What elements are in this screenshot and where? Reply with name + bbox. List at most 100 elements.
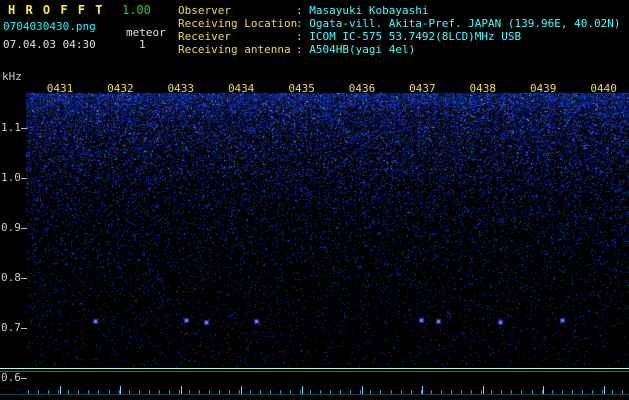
tick-10s	[189, 390, 191, 394]
band-separator-top	[0, 368, 629, 369]
mode-label: meteor	[126, 26, 166, 39]
tick-10s	[531, 390, 533, 394]
freq-tick	[21, 228, 27, 229]
tick-10s	[128, 390, 130, 394]
time-label-0431: 0431	[46, 82, 74, 95]
freq-label-1.1: 1.1	[1, 121, 21, 134]
time-label-0433: 0433	[167, 82, 195, 95]
tick-10s	[622, 390, 624, 394]
tick-minute	[241, 386, 243, 394]
tick-10s	[138, 390, 140, 394]
tick-10s	[461, 390, 462, 394]
tick-10s	[561, 390, 563, 394]
tick-10s	[68, 390, 70, 394]
time-label-0439: 0439	[529, 82, 557, 95]
spectrogram-canvas	[0, 0, 629, 400]
tick-10s	[410, 390, 412, 394]
tick-10s	[380, 390, 382, 394]
tick-10s	[108, 390, 110, 394]
tick-10s	[350, 390, 352, 394]
info-panel: Observer: Masayuki Kobayashi Receiving Lo…	[178, 4, 621, 56]
info-label: Receiving antenna	[178, 43, 291, 56]
band-separator-bottom	[0, 371, 629, 372]
tick-10s	[38, 390, 40, 394]
output-filename: 0704030430.png	[3, 20, 96, 33]
info-row-0: Observer: Masayuki Kobayashi	[178, 4, 621, 17]
tick-10s	[581, 390, 583, 394]
info-row-2: Receiver : ICOM IC-575 53.7492(8LCD)MHz U…	[178, 30, 621, 43]
tick-10s	[450, 390, 452, 394]
time-label-0440: 0440	[590, 82, 617, 95]
tick-minute	[362, 386, 363, 394]
tick-10s	[48, 390, 50, 394]
app-version: 1.00	[122, 3, 151, 17]
tick-10s	[400, 390, 402, 394]
tick-10s	[390, 390, 392, 394]
tick-10s	[551, 390, 553, 394]
tick-minute	[603, 386, 605, 394]
tick-10s	[148, 390, 150, 394]
tick-10s	[521, 390, 523, 394]
meteor-count: 1	[139, 38, 146, 51]
tick-minute	[482, 386, 484, 394]
tick-minute	[422, 386, 424, 394]
tick-10s	[219, 390, 221, 394]
tick-10s	[249, 390, 251, 394]
hrofft-window: H R O F F T 1.00 0704030430.png meteor 1…	[0, 0, 629, 400]
freq-tick	[21, 278, 27, 279]
tick-10s	[612, 390, 614, 394]
freq-label-0.9: 0.9	[1, 221, 21, 234]
tick-10s	[199, 390, 201, 394]
tick-10s	[229, 390, 231, 394]
tick-10s	[269, 390, 271, 394]
tick-10s	[209, 390, 211, 394]
info-value: : A504HB(yagi 4el)	[296, 43, 416, 56]
info-value: : Ogata-vill. Akita-Pref. JAPAN (139.96E…	[296, 17, 621, 30]
tick-minute	[301, 386, 303, 394]
time-label-0437: 0437	[409, 82, 436, 95]
tick-10s	[168, 390, 170, 394]
tick-10s	[158, 390, 160, 394]
time-label-0436: 0436	[348, 82, 376, 95]
tick-10s	[501, 390, 503, 394]
time-label-0432: 0432	[107, 82, 134, 95]
time-label-0438: 0438	[469, 82, 497, 95]
freq-label-0.8: 0.8	[1, 271, 21, 284]
info-label: Receiver	[178, 30, 231, 43]
tick-10s	[491, 390, 493, 394]
tick-10s	[88, 390, 90, 394]
info-value: : Masayuki Kobayashi	[296, 4, 429, 17]
session-datetime: 07.04.03 04:30	[3, 38, 96, 51]
freq-label-0.7: 0.7	[1, 321, 21, 334]
tick-10s	[340, 390, 342, 394]
time-label-0434: 0434	[227, 82, 255, 95]
info-value: : ICOM IC-575 53.7492(8LCD)MHz USB	[296, 30, 522, 43]
freq-tick	[21, 328, 27, 329]
time-axis-baseline	[0, 394, 629, 395]
app-title: H R O F F T	[8, 3, 104, 17]
tick-10s	[309, 390, 311, 394]
freq-unit-label: kHz	[2, 70, 22, 83]
tick-10s	[259, 390, 261, 394]
freq-label-0.6: 0.6	[1, 371, 21, 384]
tick-10s	[430, 390, 432, 394]
tick-10s	[320, 390, 322, 394]
tick-minute	[180, 386, 182, 394]
tick-10s	[289, 390, 291, 394]
tick-10s	[571, 390, 573, 394]
tick-minute	[543, 386, 545, 394]
freq-tick	[21, 178, 27, 179]
tick-10s	[28, 390, 29, 394]
tick-10s	[98, 390, 100, 394]
tick-minute	[60, 386, 61, 394]
tick-10s	[330, 390, 332, 394]
tick-10s	[511, 390, 513, 394]
freq-tick	[21, 128, 27, 129]
tick-10s	[591, 390, 593, 394]
tick-10s	[440, 390, 442, 394]
info-label: Receiving Location	[178, 17, 298, 30]
tick-10s	[279, 390, 281, 394]
tick-minute	[120, 386, 122, 394]
freq-tick	[21, 378, 27, 379]
tick-10s	[471, 390, 473, 394]
